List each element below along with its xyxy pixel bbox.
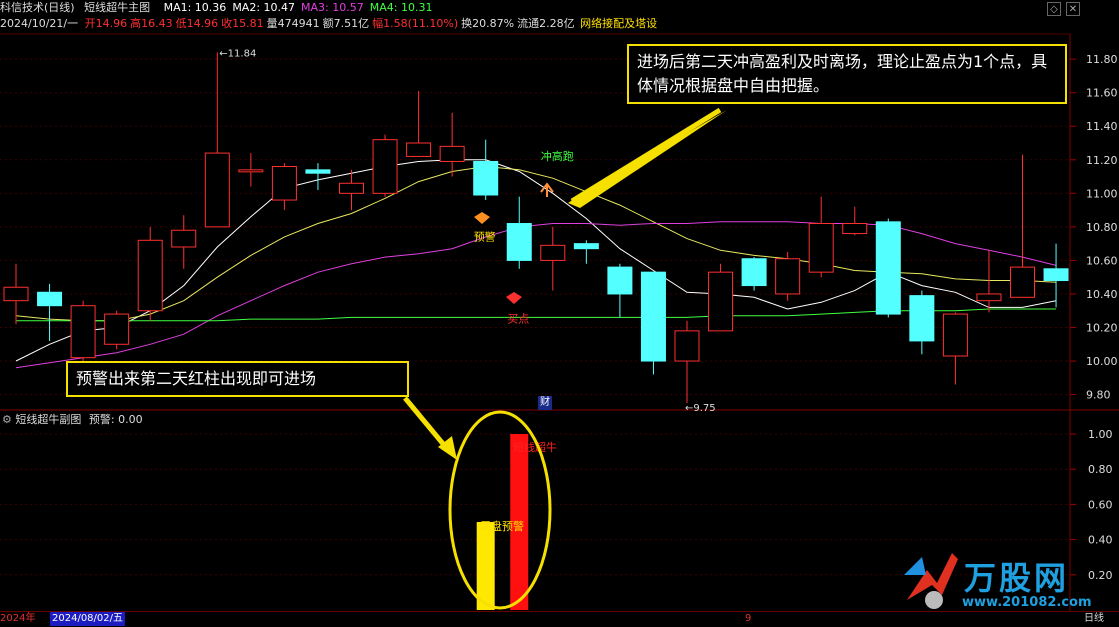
y-tick-label: 11.80 [1086, 53, 1118, 66]
watermark-url: www.201082.com [962, 595, 1092, 610]
y-tick-label: 11.40 [1086, 120, 1118, 133]
signal-bar [476, 522, 495, 610]
sub-y-tick-label: 0.60 [1088, 498, 1113, 511]
candle-body [238, 169, 264, 173]
candle-body [573, 243, 599, 250]
high-label: ←11.84 [219, 48, 256, 59]
callout-take-profit: 进场后第二天冲高盈利及时离场，理论止盈点为1个点，具体情况根据盘中自由把握。 [627, 44, 1067, 104]
callout-arrow-top [568, 110, 727, 208]
candle-body [842, 223, 868, 235]
highlight-ellipse [448, 410, 552, 610]
candle-body [70, 305, 96, 359]
candle-body [674, 330, 700, 362]
candle-body [439, 145, 465, 162]
candle-body [37, 291, 63, 307]
y-tick-label: 10.80 [1086, 221, 1118, 234]
sub-y-tick-label: 0.80 [1088, 463, 1113, 476]
y-tick-label: 10.20 [1086, 321, 1118, 334]
callout-entry-text: 预警出来第二天红柱出现即可进场 [76, 369, 317, 388]
y-tick-label: 10.40 [1086, 288, 1118, 301]
exit-arrow-icon [540, 182, 554, 197]
candle-body [942, 313, 968, 357]
bottom-date: 2024/08/02/五 [50, 612, 126, 626]
sub-panel-value: 预警: 0.00 [88, 413, 143, 426]
bottom-marker: 9 [745, 613, 752, 624]
candle-body [708, 271, 734, 332]
y-tick-label: 10.60 [1086, 254, 1118, 267]
candle-body [305, 169, 331, 174]
candle-body [976, 293, 1002, 302]
signal-label-warning: 尾盘预警 [480, 519, 524, 533]
candle-body [473, 160, 499, 196]
buy-diamond-icon [506, 292, 522, 304]
candle-body [775, 258, 801, 295]
candle-body [909, 295, 935, 342]
candle-body [607, 266, 633, 295]
y-tick-label: 9.80 [1086, 389, 1111, 402]
logo-arrow-icon [904, 553, 958, 609]
candle-body [339, 182, 364, 194]
callout-entry: 预警出来第二天红柱出现即可进场 [66, 361, 409, 397]
candle-body [875, 221, 901, 315]
watermark-text: 万股网 [964, 559, 1070, 597]
candle-body [1043, 268, 1069, 282]
sub-y-tick-label: 1.00 [1088, 428, 1113, 441]
candle-body [204, 152, 230, 228]
sub-panel-title: 短线超牛副图 [15, 413, 82, 426]
candle-body [741, 258, 767, 287]
callout-take-profit-text: 进场后第二天冲高盈利及时离场，理论止盈点为1个点，具体情况根据盘中自由把握。 [637, 52, 1048, 95]
candle-body [271, 165, 297, 201]
gear-icon[interactable]: ⚙ [2, 413, 12, 426]
candle-body [406, 142, 432, 157]
y-tick-label: 11.00 [1086, 187, 1118, 200]
watermark-logo: 万股网 www.201082.com [902, 545, 1097, 615]
y-tick-label: 10.00 [1086, 355, 1118, 368]
warning-diamond-icon [474, 212, 490, 224]
low-label: ←9.75 [685, 403, 716, 414]
annotation-label: 买点 [507, 312, 529, 325]
bottom-year: 2024年 [0, 613, 36, 624]
finance-badge[interactable]: 财 [538, 396, 552, 410]
candle-body [104, 313, 130, 345]
candle-body [372, 139, 398, 194]
y-tick-label: 11.20 [1086, 154, 1118, 167]
sub-panel-header: ⚙ 短线超牛副图 预警: 0.00 [2, 412, 143, 428]
candle-body [3, 286, 29, 302]
candle-body [640, 271, 666, 362]
annotation-label: 预警 [474, 229, 496, 243]
candle-body [171, 229, 197, 248]
candle-body [506, 223, 532, 261]
candle-body [137, 239, 163, 312]
callout-arrow-top-shaft [570, 107, 722, 204]
annotation-label: 冲高跑 [541, 149, 574, 163]
candle-body [540, 244, 566, 261]
candle-body [808, 223, 834, 273]
callout-arrow-bottom-shaft [403, 396, 451, 453]
candle-body [1010, 266, 1035, 298]
y-tick-label: 11.60 [1086, 87, 1118, 100]
